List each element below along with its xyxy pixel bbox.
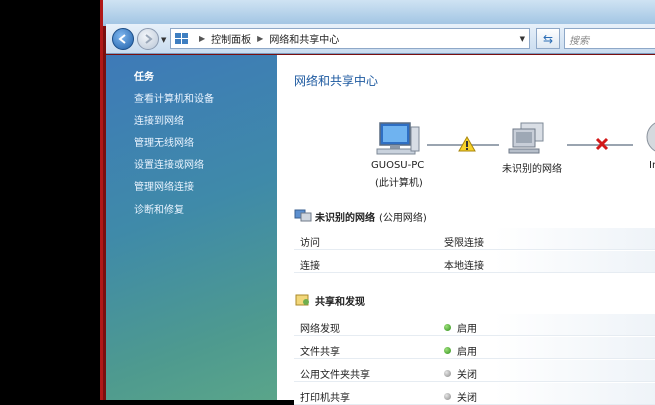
task-sidebar: 任务 查看计算机和设备 连接到网络 管理无线网络 设置连接或网络 管理网络连接 … [106,55,277,400]
sidebar-item-view-computers[interactable]: 查看计算机和设备 [134,90,214,105]
row-value-wrap[interactable]: 关闭 [444,366,477,381]
internet-node-label: In [649,160,655,171]
table-row: 公用文件夹共享 关闭 [294,360,655,382]
arrow-left-icon [118,34,126,44]
network-map-graphic [376,122,655,155]
search-input[interactable]: 搜索 [564,28,655,49]
history-dropdown-icon[interactable]: ▼ [161,36,166,44]
network-icon [508,122,544,154]
row-value: 关闭 [457,393,477,404]
navigation-bar: ▼ ▶ 控制面板 ▶ 网络和共享中心 ▼ ⇆ 搜索 [106,24,655,54]
network-name: 未识别的网络 [315,212,375,224]
breadcrumb-separator-icon: ▶ [199,34,206,43]
title-bar[interactable] [103,0,655,26]
sharing-section-header: 共享和发现 [294,290,655,310]
row-value: 本地连接 [444,261,484,272]
row-value: 启用 [457,347,477,358]
row-value-wrap[interactable]: 启用 [444,320,477,335]
computer-name: GUOSU-PC [371,160,425,171]
row-key: 访问 [300,238,320,249]
row-value: 关闭 [457,370,477,381]
status-off-icon [444,370,451,377]
control-panel-icon [175,32,189,45]
table-row: 网络发现 启用 [294,314,655,336]
status-on-icon [444,324,451,331]
sidebar-item-manage-wireless[interactable]: 管理无线网络 [134,134,194,149]
sharing-heading: 共享和发现 [315,296,365,308]
address-dropdown-icon[interactable]: ▼ [520,35,525,43]
sharing-section-icon [295,294,309,306]
sidebar-item-diagnose-repair[interactable]: 诊断和修复 [134,201,184,216]
network-section-header: 未识别的网络 (公用网络) [294,206,655,226]
sidebar-item-manage-connections[interactable]: 管理网络连接 [134,178,194,193]
row-key: 网络发现 [300,324,340,335]
back-button[interactable] [112,28,134,50]
row-key: 文件共享 [300,347,340,358]
forward-button[interactable] [137,28,159,50]
network-type: (公用网络) [379,212,427,224]
page-title: 网络和共享中心 [294,74,379,88]
search-placeholder: 搜索 [569,36,589,47]
refresh-button[interactable]: ⇆ [536,28,560,49]
status-on-icon [444,347,451,354]
network-node-label: 未识别的网络 [502,164,562,175]
row-key: 连接 [300,261,320,272]
table-row: 连接 本地连接 [294,251,655,273]
sidebar-item-setup-connection[interactable]: 设置连接或网络 [134,156,204,171]
row-value: 受限连接 [444,238,484,249]
address-bar[interactable]: ▶ 控制面板 ▶ 网络和共享中心 ▼ [170,28,530,49]
row-value-wrap[interactable]: 关闭 [444,389,477,404]
sidebar-heading: 任务 [134,72,154,83]
network-map: GUOSU-PC (此计算机) 未识别的网络 In [277,115,655,205]
row-key: 打印机共享 [300,393,350,404]
computer-subtitle: (此计算机) [375,178,423,189]
sidebar-item-connect-network[interactable]: 连接到网络 [134,112,184,127]
explorer-window: ▼ ▶ 控制面板 ▶ 网络和共享中心 ▼ ⇆ 搜索 任务 查看计算机和设备 连接… [100,0,655,405]
main-content: 网络和共享中心 GUOSU-PC (此计算机) 未识别的网络 I 未识别的网络 … [277,55,655,405]
arrow-right-icon [145,34,153,44]
table-row: 文件共享 启用 [294,337,655,359]
refresh-icon: ⇆ [542,31,554,46]
status-off-icon [444,393,451,400]
breadcrumb-network-center[interactable]: 网络和共享中心 [269,31,339,46]
breadcrumb-control-panel[interactable]: 控制面板 [211,31,251,46]
row-key: 公用文件夹共享 [300,370,370,381]
table-row: 打印机共享 关闭 [294,383,655,405]
row-value-wrap[interactable]: 启用 [444,343,477,358]
breadcrumb-separator-icon: ▶ [257,34,264,43]
table-row: 访问 受限连接 [294,228,655,250]
computer-icon [376,122,420,155]
network-section-icon [294,209,312,222]
row-value: 启用 [457,324,477,335]
internet-globe-icon [646,122,655,152]
